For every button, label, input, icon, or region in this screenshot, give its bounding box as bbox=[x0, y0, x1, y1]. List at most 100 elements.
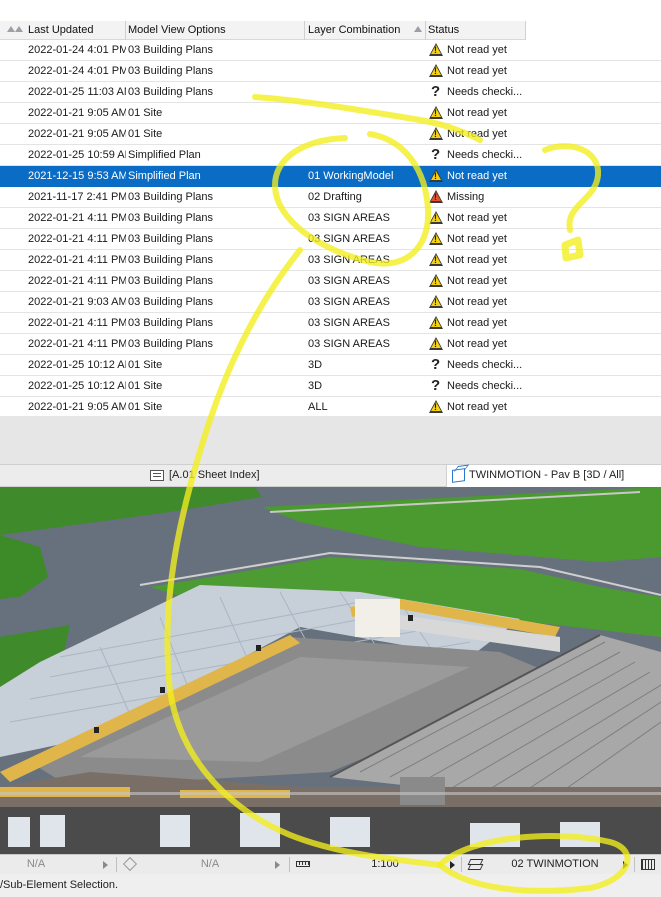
table-row[interactable]: 2022-01-21 9:05 AM01 Site Not read yet bbox=[0, 124, 661, 145]
status-icon-cell bbox=[428, 40, 444, 60]
tab-label: [A.01 Sheet Index] bbox=[169, 469, 260, 481]
table-row[interactable]: 2022-01-24 4:01 PM03 Building Plans Not r… bbox=[0, 40, 661, 61]
tab-twinmotion-3d[interactable]: TWINMOTION - Pav B [3D / All] bbox=[446, 465, 661, 487]
status-icon-cell bbox=[428, 313, 444, 333]
nav-field-2[interactable]: N/A bbox=[150, 855, 270, 874]
last-updated-cell: 2022-01-24 4:01 PM bbox=[28, 65, 126, 77]
status-cell: Not read yet bbox=[447, 338, 507, 350]
table-row[interactable]: 2022-01-21 4:11 PM 03 Building Plans 03 SI… bbox=[0, 334, 661, 355]
model-view-option-cell: 03 Building Plans bbox=[128, 191, 214, 203]
3d-model-viewport[interactable] bbox=[0, 487, 661, 854]
status-cell: Not read yet bbox=[447, 233, 507, 245]
warning-icon bbox=[429, 211, 443, 224]
model-view-option-cell: 03 Building Plans bbox=[128, 44, 214, 56]
column-header-last-updated[interactable]: Last Updated bbox=[25, 21, 126, 40]
warning-icon bbox=[429, 64, 443, 77]
layer-combination-cell: 03 SIGN AREAS bbox=[308, 233, 390, 245]
status-cell: Not read yet bbox=[447, 254, 507, 266]
last-updated-cell: 2022-01-21 9:03 AM bbox=[28, 296, 126, 308]
quick-options-bar: N/A N/A 1:100 02 TWINMOTION bbox=[0, 854, 661, 874]
layer-combination-cell: 03 SIGN AREAS bbox=[308, 275, 390, 287]
status-icon-cell bbox=[428, 166, 444, 186]
column-header-status[interactable]: Status bbox=[425, 21, 526, 40]
model-view-option-cell: 01 Site bbox=[128, 380, 163, 392]
layer-combination-cell: 03 SIGN AREAS bbox=[308, 338, 390, 350]
table-row[interactable]: 2022-01-21 4:11 PM 03 Building Plans 03 SI… bbox=[0, 250, 661, 271]
status-cell: Not read yet bbox=[447, 44, 507, 56]
column-header-model-view-options[interactable]: Model View Options bbox=[125, 21, 305, 40]
last-updated-cell: 2022-01-25 10:12 AM bbox=[28, 359, 126, 371]
status-icon-cell bbox=[428, 208, 444, 228]
last-updated-cell: 2022-01-21 4:11 PM bbox=[28, 254, 126, 266]
status-cell: Not read yet bbox=[447, 65, 507, 77]
warning-icon bbox=[429, 43, 443, 56]
model-view-option-cell: 03 Building Plans bbox=[128, 275, 214, 287]
tab-sheet-index[interactable]: [A.01 Sheet Index] bbox=[147, 465, 442, 487]
status-icon-cell: ? bbox=[428, 376, 444, 396]
separator bbox=[634, 857, 635, 872]
grid-icon[interactable] bbox=[641, 859, 655, 870]
table-row[interactable]: 2022-01-21 9:03 AM 03 Building Plans 03 SI… bbox=[0, 292, 661, 313]
last-updated-cell: 2022-01-21 4:11 PM bbox=[28, 317, 126, 329]
status-icon-cell bbox=[428, 334, 444, 354]
layer-combination-cell: 02 Drafting bbox=[308, 191, 362, 203]
status-cell: Missing bbox=[447, 191, 485, 203]
layer-combination-selector[interactable]: 02 TWINMOTION bbox=[490, 855, 620, 874]
last-updated-cell: 2021-12-15 9:53 AM bbox=[28, 170, 126, 182]
window-tab-bar: [A.01 Sheet Index] TWINMOTION - Pav B [3… bbox=[0, 464, 661, 487]
model-view-option-cell: 03 Building Plans bbox=[128, 233, 214, 245]
column-header-layer-combination[interactable]: Layer Combination bbox=[305, 21, 426, 40]
status-icon-cell bbox=[428, 103, 444, 123]
last-updated-cell: 2022-01-24 4:01 PM bbox=[28, 44, 126, 56]
model-view-option-cell: 03 Building Plans bbox=[128, 338, 214, 350]
expand-arrow-icon[interactable] bbox=[623, 861, 628, 869]
status-icon-cell bbox=[428, 292, 444, 312]
question-icon: ? bbox=[431, 377, 441, 394]
scale-selector[interactable]: 1:100 bbox=[330, 855, 440, 874]
last-updated-cell: 2022-01-25 10:12 AM bbox=[28, 380, 126, 392]
table-row[interactable]: 2022-01-21 4:11 PM 03 Building Plans 03 SI… bbox=[0, 313, 661, 334]
rotate-view-icon[interactable] bbox=[122, 856, 138, 872]
status-icon-cell bbox=[428, 250, 444, 270]
table-row[interactable]: 2022-01-21 9:05 AM01 Site Not read yet bbox=[0, 103, 661, 124]
expand-arrow-icon[interactable] bbox=[275, 861, 280, 869]
expand-arrow-icon[interactable] bbox=[450, 861, 455, 869]
status-icon-cell bbox=[428, 187, 444, 207]
table-row[interactable]: 2022-01-21 4:11 PM 03 Building Plans 03 SI… bbox=[0, 229, 661, 250]
status-cell: Not read yet bbox=[447, 317, 507, 329]
table-row[interactable]: 2022-01-25 10:12 AM 01 Site 3D? Needs check… bbox=[0, 376, 661, 397]
layer-combination-cell: 01 WorkingModel bbox=[308, 170, 394, 182]
nav-field-1[interactable]: N/A bbox=[0, 855, 72, 874]
model-view-option-cell: 03 Building Plans bbox=[128, 86, 214, 98]
warning-icon bbox=[429, 127, 443, 140]
last-updated-cell: 2022-01-25 10:59 AM bbox=[28, 149, 126, 161]
sort-up-icon bbox=[7, 26, 15, 32]
table-row[interactable]: 2021-12-15 9:53 AM Simplified Plan 01 Work… bbox=[0, 166, 661, 187]
table-row[interactable]: 2021-11-17 2:41 PM 03 Building Plans 02 Dr… bbox=[0, 187, 661, 208]
layer-combination-cell bbox=[308, 40, 423, 60]
status-cell: Needs checki... bbox=[447, 359, 523, 371]
table-row[interactable]: 2022-01-21 4:11 PM 03 Building Plans 03 SI… bbox=[0, 208, 661, 229]
separator bbox=[461, 857, 462, 872]
table-row[interactable]: 2022-01-24 4:01 PM03 Building Plans Not r… bbox=[0, 61, 661, 82]
table-row[interactable]: 2022-01-25 10:59 AM Simplified Plan? Needs… bbox=[0, 145, 661, 166]
warning-icon bbox=[429, 274, 443, 287]
status-icon-cell bbox=[428, 229, 444, 249]
model-view-option-cell: 01 Site bbox=[128, 107, 163, 119]
status-cell: Not read yet bbox=[447, 212, 507, 224]
last-updated-cell: 2022-01-21 9:05 AM bbox=[28, 128, 126, 140]
table-row[interactable]: 2022-01-21 9:05 AM01 Site ALL Not read yet bbox=[0, 397, 661, 416]
drawing-list-table: Last Updated Model View Options Layer Co… bbox=[0, 0, 661, 416]
table-row[interactable]: 2022-01-25 10:12 AM 01 Site 3D? Needs check… bbox=[0, 355, 661, 376]
empty-table-area bbox=[0, 416, 661, 464]
status-icon-cell: ? bbox=[428, 145, 444, 165]
last-updated-cell: 2022-01-21 4:11 PM bbox=[28, 212, 126, 224]
warning-icon bbox=[429, 400, 443, 413]
status-cell: Not read yet bbox=[447, 401, 507, 413]
table-row[interactable]: 2022-01-21 4:11 PM 03 Building Plans 03 SI… bbox=[0, 271, 661, 292]
status-icon-cell bbox=[428, 271, 444, 291]
table-row[interactable]: 2022-01-25 11:03 AM 03 Building Plans? Nee… bbox=[0, 82, 661, 103]
expand-arrow-icon[interactable] bbox=[103, 861, 108, 869]
model-view-option-cell: Simplified Plan bbox=[128, 170, 201, 182]
status-cell: Not read yet bbox=[447, 275, 507, 287]
